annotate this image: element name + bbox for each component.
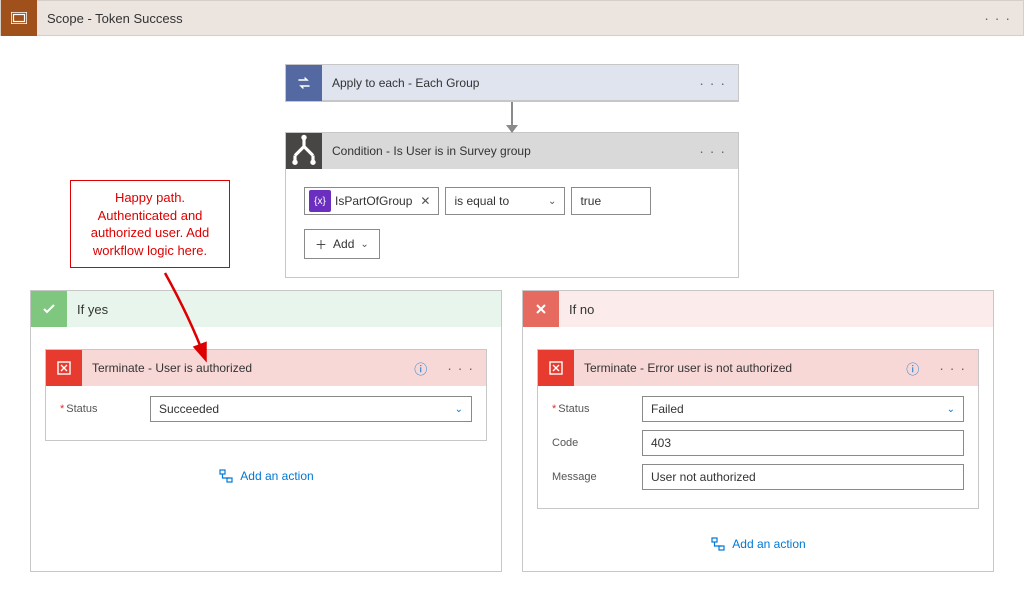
terminate-no-title: Terminate - Error user is not authorized [574, 361, 906, 375]
remove-pill-button[interactable]: ✕ [416, 194, 434, 208]
message-label: Message [552, 471, 642, 483]
if-yes-header[interactable]: If yes [31, 291, 501, 327]
terminate-no-header[interactable]: Terminate - Error user is not authorized… [538, 350, 978, 386]
chevron-down-icon: ⌄ [455, 404, 463, 415]
apply-to-each-card[interactable]: Apply to each - Each Group · · · [285, 64, 739, 102]
check-icon [31, 291, 67, 327]
add-action-yes[interactable]: Add an action [31, 469, 501, 483]
if-no-branch: If no Terminate - Error user is not auth… [522, 290, 994, 572]
terminate-no-menu[interactable]: · · · [927, 360, 978, 376]
annotation-box: Happy path. Authenticated and authorized… [70, 180, 230, 268]
condition-value-input[interactable]: true [571, 187, 651, 215]
apply-menu-button[interactable]: · · · [687, 75, 738, 91]
terminate-yes-card: Terminate - User is authorized ⓘ · · · *… [45, 349, 487, 441]
flow-arrow-icon [511, 102, 513, 132]
if-yes-label: If yes [67, 302, 108, 317]
fx-icon: {x} [309, 190, 331, 212]
chevron-down-icon: ⌄ [360, 239, 368, 250]
terminate-icon [46, 350, 82, 386]
plus-icon: ＋ [315, 236, 327, 253]
condition-header[interactable]: Condition - Is User is in Survey group ·… [286, 133, 738, 169]
scope-menu-button[interactable]: · · · [972, 10, 1023, 26]
terminate-yes-menu[interactable]: · · · [435, 360, 486, 376]
terminate-icon [538, 350, 574, 386]
operator-label: is equal to [454, 194, 509, 208]
x-icon [523, 291, 559, 327]
code-label: Code [552, 437, 642, 449]
terminate-yes-title: Terminate - User is authorized [82, 361, 414, 375]
if-no-label: If no [559, 302, 594, 317]
condition-card: Condition - Is User is in Survey group ·… [285, 132, 739, 278]
loop-icon [286, 65, 322, 101]
status-select-yes[interactable]: Succeeded ⌄ [150, 396, 472, 422]
add-action-no[interactable]: Add an action [523, 537, 993, 551]
scope-header[interactable]: Scope - Token Success · · · [0, 0, 1024, 36]
chevron-down-icon: ⌄ [947, 404, 955, 415]
terminate-yes-header[interactable]: Terminate - User is authorized ⓘ · · · [46, 350, 486, 386]
if-yes-branch: If yes Terminate - User is authorized ⓘ … [30, 290, 502, 572]
status-select-no[interactable]: Failed ⌄ [642, 396, 964, 422]
condition-icon [286, 133, 322, 169]
status-label: *Status [60, 403, 150, 415]
add-condition-button[interactable]: ＋ Add ⌄ [304, 229, 380, 259]
chevron-down-icon: ⌄ [548, 196, 556, 207]
condition-left-operand[interactable]: {x} IsPartOfGroup ✕ [304, 187, 439, 215]
status-label: *Status [552, 403, 642, 415]
operator-select[interactable]: is equal to ⌄ [445, 187, 565, 215]
condition-menu-button[interactable]: · · · [687, 143, 738, 159]
apply-title: Apply to each - Each Group [322, 76, 687, 90]
code-input[interactable]: 403 [642, 430, 964, 456]
terminate-no-card: Terminate - Error user is not authorized… [537, 349, 979, 509]
condition-title: Condition - Is User is in Survey group [322, 144, 687, 158]
if-no-header[interactable]: If no [523, 291, 993, 327]
pill-label: IsPartOfGroup [335, 194, 416, 208]
help-icon[interactable]: ⓘ [906, 359, 927, 378]
help-icon[interactable]: ⓘ [414, 359, 435, 378]
scope-icon [1, 0, 37, 36]
scope-title: Scope - Token Success [37, 11, 972, 26]
message-input[interactable]: User not authorized [642, 464, 964, 490]
